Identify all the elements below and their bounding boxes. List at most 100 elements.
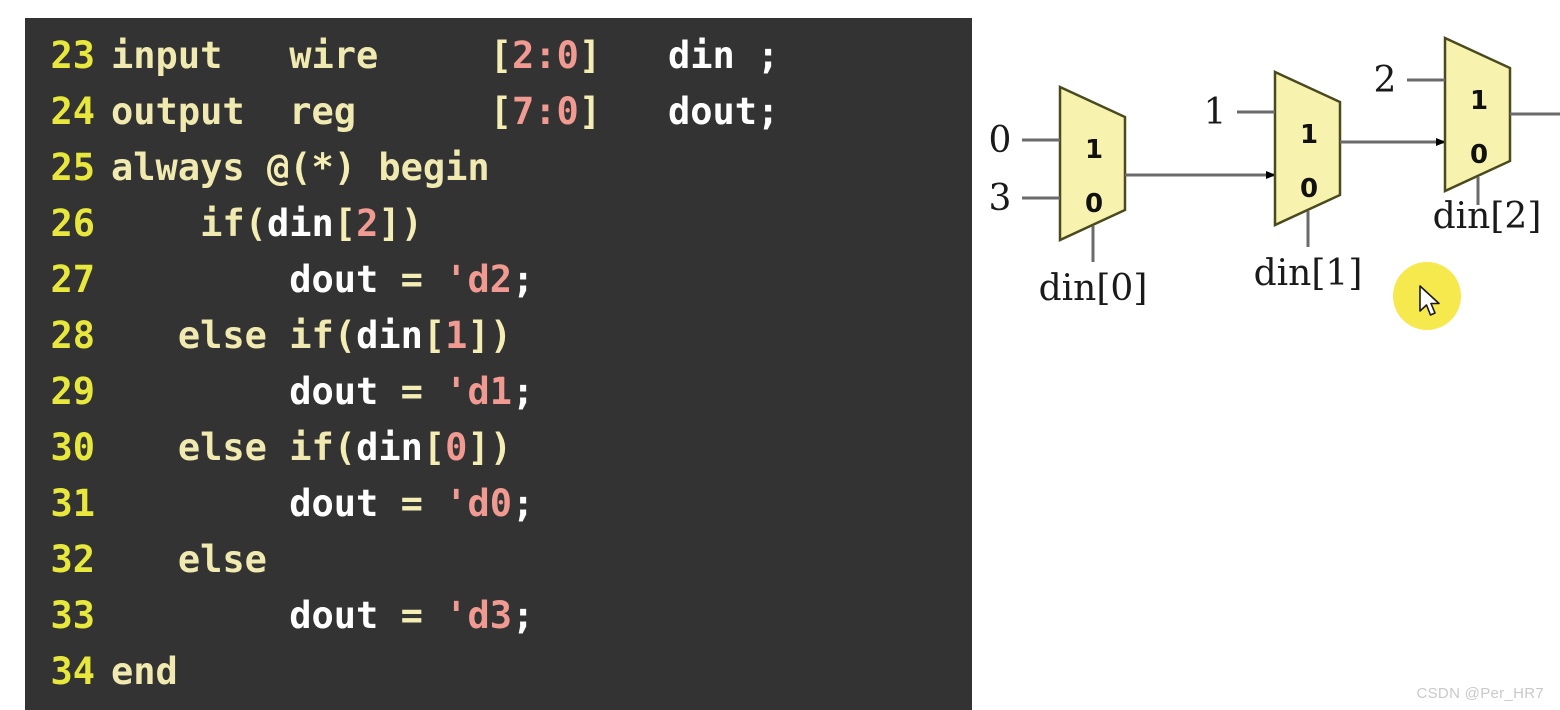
code-token: ] [578, 90, 602, 133]
code-line-number: 25 [50, 146, 95, 189]
code-line-number: 34 [50, 650, 95, 693]
mux-1-group: 1 0 1 din[1] [1204, 70, 1446, 294]
code-line: 26 if(din[2]) [25, 196, 972, 252]
code-token: ] [467, 426, 490, 469]
code-line-text: dout = 'd2; [111, 252, 534, 308]
code-line-number: 24 [50, 90, 95, 133]
code-line: 25 always @(*) begin [25, 140, 972, 196]
mux-0-group: 1 0 0 3 din[0] [989, 85, 1276, 309]
code-line: 34 end [25, 644, 972, 700]
mux-1-input-high-value: 1 [1204, 92, 1227, 133]
code-line-text: else if(din[1]) [111, 308, 512, 364]
code-token: [ [489, 90, 512, 133]
code-token: [ [333, 202, 357, 245]
watermark-text: CSDN @Per_HR7 [1416, 685, 1544, 702]
code-token: 'd3 [445, 594, 512, 637]
code-token: ] [467, 314, 490, 357]
code-editor-panel: 23 input wire [2:0] din ; 24 output reg [7:… [25, 18, 972, 710]
code-line-number: 23 [50, 34, 95, 77]
code-line: 31 dout = 'd0; [25, 476, 972, 532]
code-token: 'd0 [445, 482, 512, 525]
code-token: : [534, 90, 557, 133]
code-token: 0 [445, 426, 468, 469]
code-token: 'd2 [445, 258, 512, 301]
code-line-text: if(din[2]) [111, 196, 423, 252]
code-token: @(*) [266, 146, 357, 189]
code-line-number: 28 [50, 314, 95, 357]
code-token: begin [378, 146, 490, 189]
code-line: 33 dout = 'd3; [25, 588, 972, 644]
mux-0-input-low-value: 3 [989, 178, 1012, 219]
code-line-text: dout = 'd1; [111, 364, 534, 420]
code-line-number: 26 [50, 202, 95, 245]
code-token: din [266, 202, 334, 245]
code-token: input [111, 34, 223, 77]
code-token: ) [489, 426, 513, 469]
mux-0-pin-high-label: 1 [1085, 135, 1103, 165]
code-token: = [400, 370, 423, 413]
code-token: ( [333, 426, 357, 469]
code-token: = [400, 594, 423, 637]
mux-1-select-label: din[1] [1254, 253, 1363, 294]
code-token: if [200, 202, 245, 245]
code-token: if [289, 426, 334, 469]
code-line-number: 30 [50, 426, 95, 469]
mux-0-select-label: din[0] [1039, 268, 1148, 309]
mux-2-group: 1 0 2 din[2] [1374, 36, 1560, 237]
code-token: else [177, 426, 290, 469]
mux-0-pin-low-label: 0 [1085, 189, 1103, 219]
code-token: ; [512, 594, 535, 637]
code-token: end [111, 650, 178, 693]
code-line-number: 32 [50, 538, 95, 581]
code-lines-container: 23 input wire [2:0] din ; 24 output reg [7:… [25, 28, 972, 700]
code-line-text: else [111, 532, 267, 588]
code-token: 0 [556, 34, 579, 77]
mouse-cursor-icon [1419, 285, 1440, 316]
code-token: else [177, 314, 290, 357]
code-token: else [177, 538, 267, 581]
code-line: 23 input wire [2:0] din ; [25, 28, 972, 84]
mux-2-input-high-value: 2 [1374, 60, 1397, 101]
code-token: dout [289, 258, 379, 301]
code-token: [ [489, 34, 512, 77]
code-line: 28 else if(din[1]) [25, 308, 972, 364]
code-token: [ [422, 426, 446, 469]
code-token: ; [512, 258, 535, 301]
code-line: 29 dout = 'd1; [25, 364, 972, 420]
mux-2-pin-high-label: 1 [1470, 86, 1488, 116]
code-line-text: always @(*) begin [111, 140, 490, 196]
code-token: wire [289, 34, 379, 77]
code-line: 24 output reg [7:0] dout; [25, 84, 972, 140]
code-line-number: 33 [50, 594, 95, 637]
code-token: ; [512, 370, 535, 413]
code-token: output [111, 90, 245, 133]
mux-1-pin-low-label: 0 [1300, 174, 1318, 204]
code-line-text: input wire [2:0] din ; [111, 28, 779, 84]
code-line-text: else if(din[0]) [111, 420, 512, 476]
code-token: dout [289, 482, 379, 525]
code-token: 1 [445, 314, 468, 357]
mux-0-input-high-value: 0 [989, 120, 1012, 161]
mux-2-pin-low-label: 0 [1470, 140, 1488, 170]
code-line: 30 else if(din[0]) [25, 420, 972, 476]
code-token: ) [489, 314, 513, 357]
code-token: = [400, 258, 423, 301]
code-line-text: output reg [7:0] dout; [111, 84, 779, 140]
code-line-number: 27 [50, 258, 95, 301]
